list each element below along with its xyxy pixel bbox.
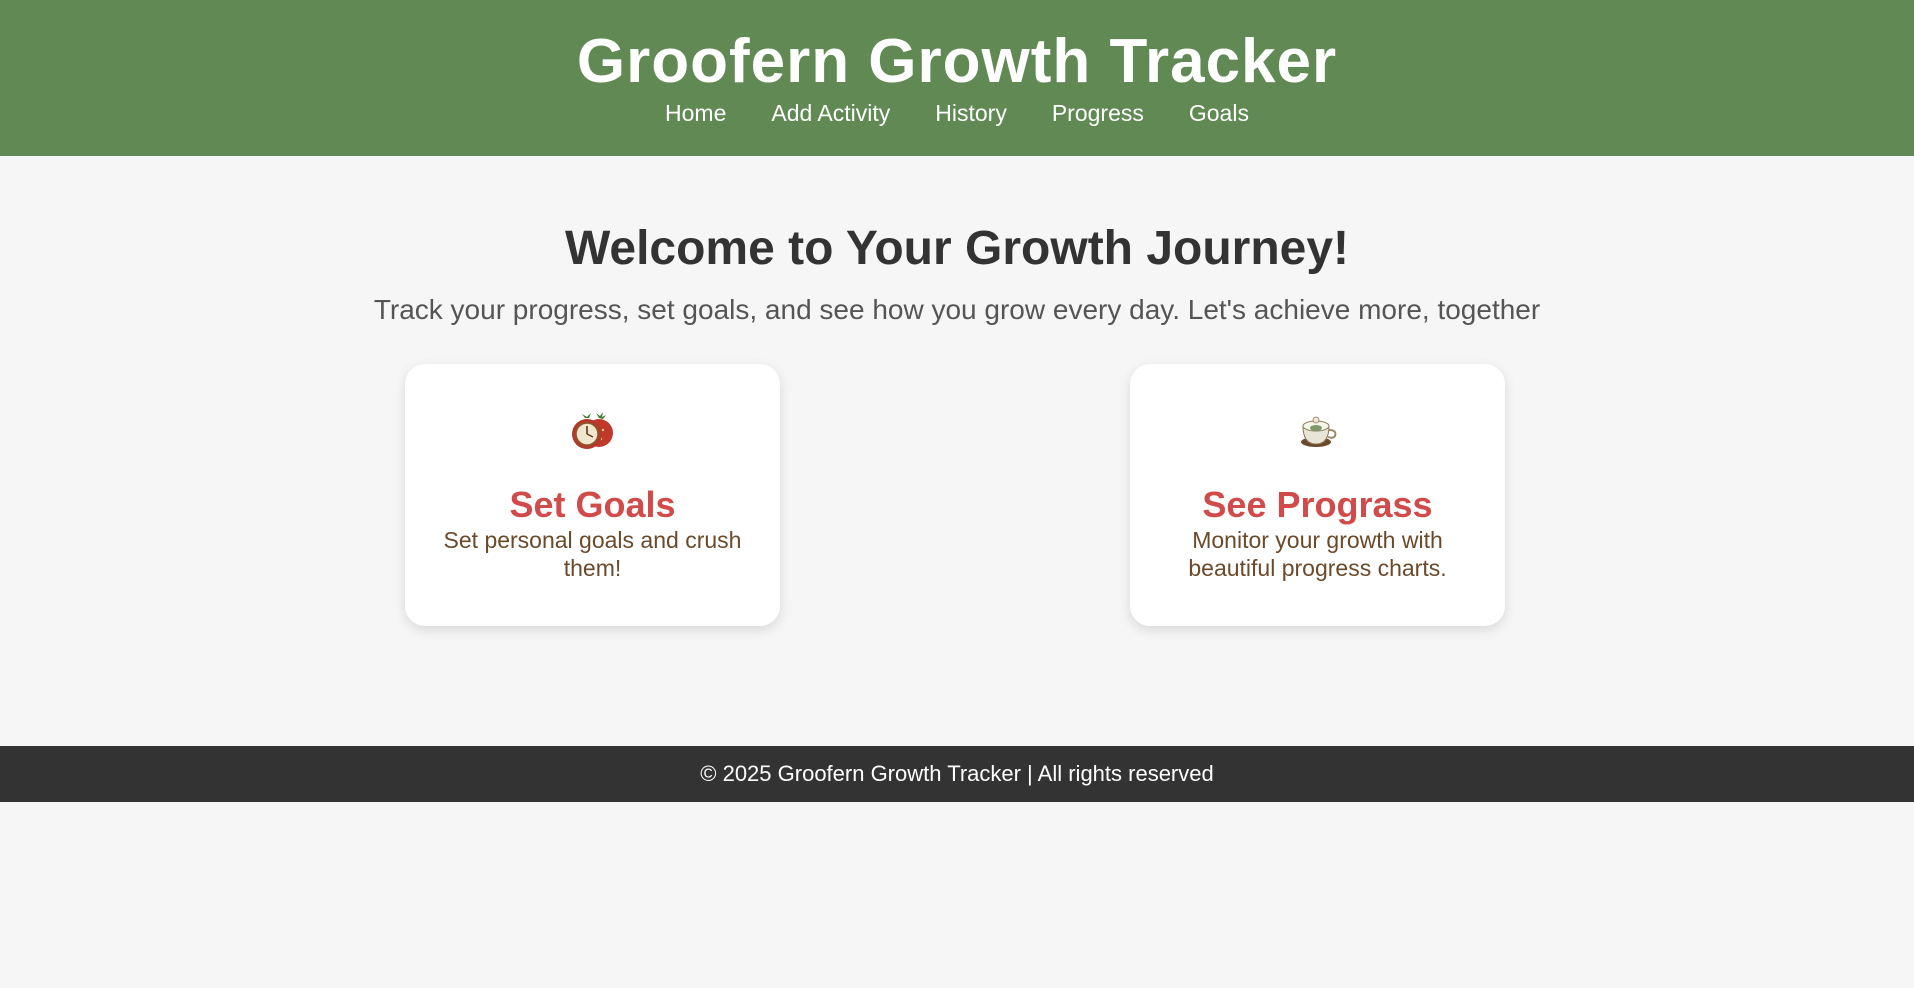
nav-goals[interactable]: Goals (1189, 98, 1249, 128)
strawberry-clock-icon (571, 412, 613, 449)
site-header: Groofern Growth Tracker Home Add Activit… (0, 0, 1914, 156)
app-title: Groofern Growth Tracker (576, 27, 1338, 96)
nav-progress[interactable]: Progress (1052, 98, 1144, 128)
main-content: Welcome to Your Growth Journey! Track yo… (0, 156, 1914, 746)
welcome-title: Welcome to Your Growth Journey! (564, 222, 1350, 275)
nav-home[interactable]: Home (665, 98, 726, 128)
nav-add-activity[interactable]: Add Activity (771, 98, 890, 128)
card-description: Monitor your growth with beautiful progr… (1188, 527, 1447, 581)
site-footer: © 2025 Groofern Growth Tracker | All rig… (0, 746, 1914, 802)
welcome-subtitle: Track your progress, set goals, and see … (373, 294, 1541, 325)
card-title: Set Goals (509, 484, 676, 525)
see-progress-card[interactable]: See Prograss Monitor your growth with be… (1130, 364, 1505, 626)
teacup-icon (1300, 416, 1336, 447)
feature-cards: Set Goals Set personal goals and crush t… (0, 364, 1914, 629)
card-title: See Prograss (1202, 484, 1433, 525)
main-nav: Home Add Activity History Progress Goals (0, 98, 1914, 128)
set-goals-card[interactable]: Set Goals Set personal goals and crush t… (405, 364, 780, 626)
card-description: Set personal goals and crush them! (443, 527, 742, 581)
nav-history[interactable]: History (935, 98, 1007, 128)
footer-text: © 2025 Groofern Growth Tracker | All rig… (700, 761, 1214, 786)
